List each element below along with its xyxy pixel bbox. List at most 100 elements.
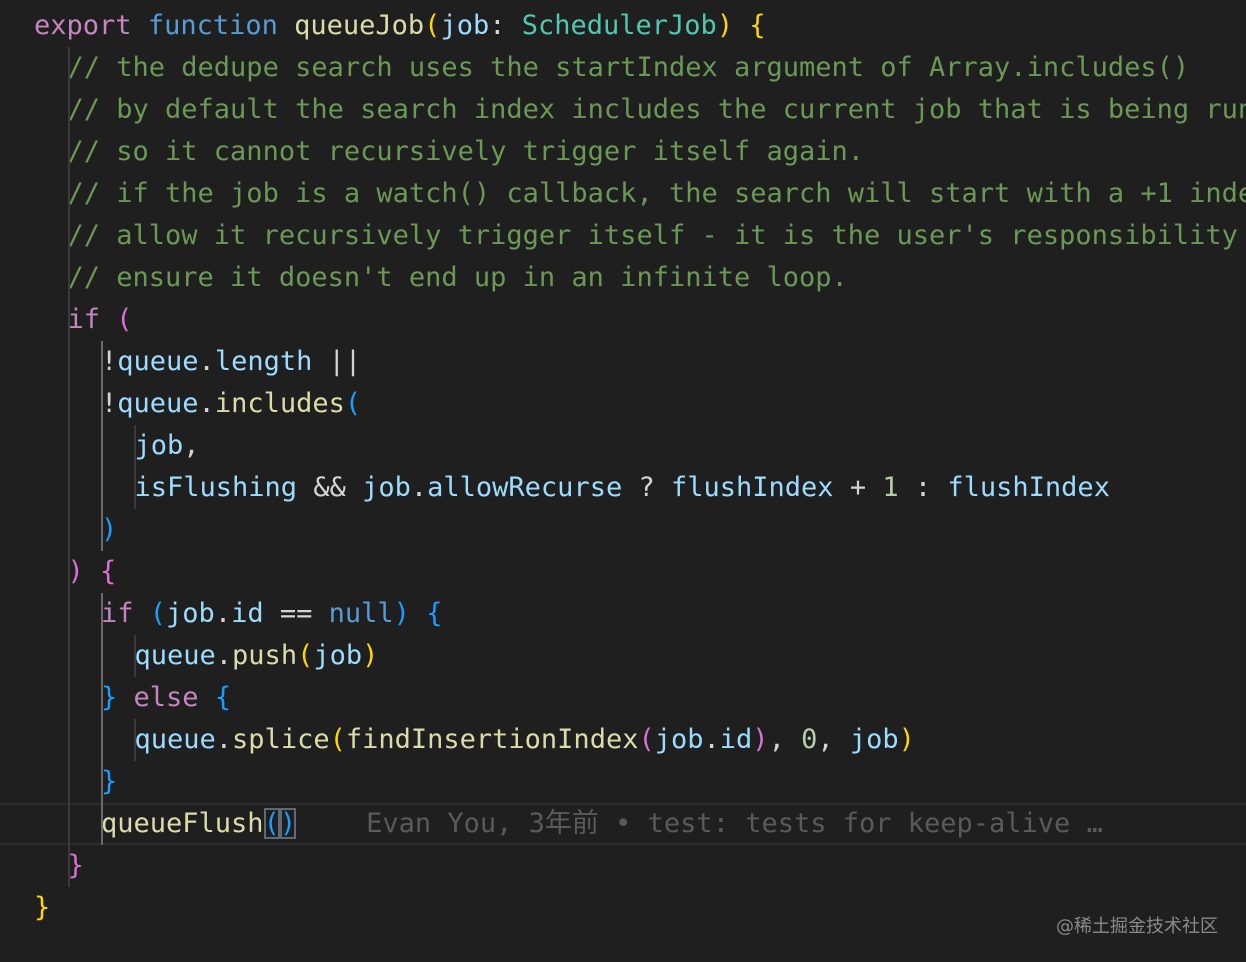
code-line[interactable]: // ensure it doesn't end up in an infini… — [0, 257, 1246, 299]
code-token: } — [34, 892, 51, 923]
code-token: . — [215, 640, 233, 671]
indent-guide — [68, 635, 70, 677]
code-token: if — [67, 304, 101, 335]
code-line[interactable]: queue.splice(findInsertionIndex(job.id),… — [0, 719, 1246, 761]
code-token: ( — [329, 724, 346, 755]
indent-guide — [101, 635, 103, 677]
code-line[interactable]: // allow it recursively trigger itself -… — [0, 215, 1246, 257]
code-token: ! — [101, 346, 118, 377]
code-token: ) — [752, 724, 769, 755]
code-line[interactable]: } — [0, 845, 1246, 887]
code-line[interactable]: queue.push(job) — [0, 635, 1246, 677]
code-token: job — [849, 724, 899, 755]
code-token: 0 — [801, 724, 818, 755]
code-token: isFlushing — [134, 472, 298, 503]
indent-guide — [68, 761, 70, 803]
code-token: || — [312, 346, 362, 377]
code-token: && — [297, 472, 363, 503]
code-line[interactable]: if ( — [0, 299, 1246, 341]
indent-guide — [68, 677, 70, 719]
code-token: flushIndex — [947, 472, 1110, 503]
code-token: ( — [344, 388, 362, 419]
code-token: { — [426, 598, 443, 629]
code-token: function — [147, 10, 278, 41]
indent-guide — [68, 383, 70, 425]
code-token: } — [101, 682, 118, 713]
code-line[interactable]: } else { — [0, 677, 1246, 719]
indent-guide — [101, 383, 103, 425]
code-token: job — [313, 640, 363, 671]
code-line[interactable]: job, — [0, 425, 1246, 467]
code-token: queue — [134, 640, 216, 671]
code-token: . — [198, 346, 215, 377]
code-token: export — [34, 10, 132, 41]
indent-guide — [68, 47, 70, 89]
indent-guide — [101, 761, 103, 803]
code-token: id — [719, 724, 753, 755]
code-token: ! — [101, 388, 118, 419]
code-token: splice — [232, 724, 330, 755]
code-line[interactable]: export function queueJob(job: SchedulerJ… — [0, 5, 1246, 47]
code-editor[interactable]: export function queueJob(job: SchedulerJ… — [0, 0, 1246, 962]
code-token: // so it cannot recursively trigger itse… — [67, 136, 865, 167]
code-line[interactable]: isFlushing && job.allowRecurse ? flushIn… — [0, 467, 1246, 509]
code-line[interactable]: ) — [0, 509, 1246, 551]
code-token: . — [410, 472, 428, 503]
code-line[interactable]: if (job.id == null) { — [0, 593, 1246, 635]
indent-guide — [68, 131, 70, 173]
code-token: ) — [279, 808, 297, 839]
code-token: , — [768, 724, 802, 755]
git-blame-annotation[interactable]: Evan You, 3年前 • test: tests for keep-ali… — [366, 808, 1103, 839]
code-line[interactable]: ) { — [0, 551, 1246, 593]
code-token: job — [440, 10, 490, 41]
indent-guide — [101, 467, 103, 509]
code-token: length — [214, 346, 313, 377]
code-line[interactable]: // by default the search index includes … — [0, 89, 1246, 131]
code-token: else — [133, 682, 199, 713]
code-token: SchedulerJob — [521, 10, 717, 41]
code-token: { — [749, 10, 766, 41]
code-token: // the dedupe search uses the startIndex… — [67, 52, 1190, 83]
indent-guide — [134, 425, 136, 467]
indent-guide — [68, 593, 70, 635]
indent-guide — [101, 677, 103, 719]
watermark: @稀土掘金技术社区 — [1056, 916, 1218, 937]
code-token: ) — [362, 640, 379, 671]
code-token: ( — [149, 598, 167, 629]
code-line[interactable]: !queue.includes( — [0, 383, 1246, 425]
indent-guide — [101, 509, 103, 551]
code-token: , — [183, 430, 200, 461]
indent-guide — [101, 719, 103, 761]
code-token: // ensure it doesn't end up in an infini… — [67, 262, 848, 293]
code-token: job — [362, 472, 411, 503]
code-token: queueFlush — [101, 808, 264, 839]
code-token: ( — [638, 724, 655, 755]
indent-guide — [68, 551, 70, 593]
code-line[interactable]: // so it cannot recursively trigger itse… — [0, 131, 1246, 173]
code-token: flushIndex — [671, 472, 834, 503]
code-token: job — [166, 598, 215, 629]
indent-guide — [68, 215, 70, 257]
code-token: . — [214, 598, 232, 629]
code-token: findInsertionIndex — [345, 724, 639, 755]
code-token: ( — [424, 10, 441, 41]
code-token: // allow it recursively trigger itself -… — [67, 220, 1246, 251]
code-token: queue — [117, 346, 199, 377]
code-token: ( — [116, 304, 133, 335]
indent-guide — [101, 425, 103, 467]
code-line[interactable]: // if the job is a watch() callback, the… — [0, 173, 1246, 215]
code-line[interactable]: !queue.length || — [0, 341, 1246, 383]
code-line[interactable]: } — [0, 761, 1246, 803]
code-line-current[interactable]: queueFlush() Evan You, 3年前 • test: tests … — [0, 803, 1246, 845]
code-token: job — [134, 430, 184, 461]
code-token: job — [654, 724, 704, 755]
indent-guide — [68, 89, 70, 131]
code-line[interactable]: // the dedupe search uses the startIndex… — [0, 47, 1246, 89]
code-token: . — [198, 388, 215, 419]
